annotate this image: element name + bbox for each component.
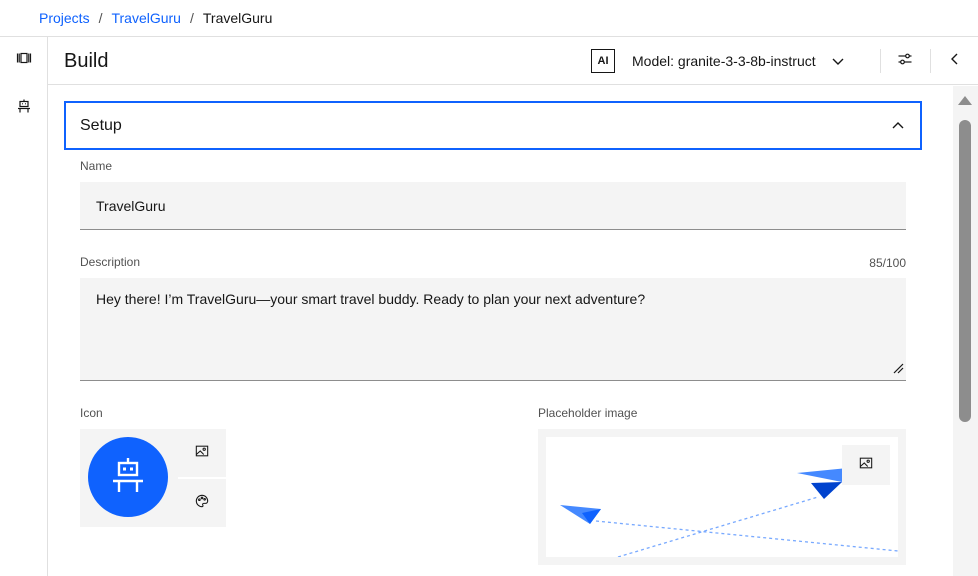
setup-accordion-header[interactable]: Setup [64,101,922,150]
name-label: Name [80,159,113,173]
description-textarea[interactable]: Hey there! I’m TravelGuru—your smart tra… [80,278,906,381]
breadcrumb-separator: / [189,10,194,26]
agent-canvas-button[interactable] [0,37,47,83]
icon-label: Icon [80,406,103,420]
agent-canvas-icon [16,50,32,71]
upload-icon-image-button[interactable] [178,429,226,477]
description-counter: 85/100 [869,256,906,270]
collapse-panel-button[interactable] [932,37,978,85]
description-text: Hey there! I’m TravelGuru—your smart tra… [96,291,646,307]
chevron-down-icon [830,53,846,69]
breadcrumb-link-project[interactable]: TravelGuru [111,10,181,26]
avatar [88,437,168,517]
build-header: Build AI Model: granite-3-3-8b-instruct [48,37,978,85]
resize-handle-icon[interactable] [892,360,904,378]
scroll-up-arrow-icon[interactable] [958,96,972,105]
placeholder-image [546,437,898,557]
image-icon [859,456,873,475]
chevron-up-icon [890,118,906,139]
placeholder-image-preview [538,429,906,565]
setup-title: Setup [80,116,122,134]
ai-badge: AI [591,49,615,73]
icon-color-button[interactable] [178,479,226,527]
image-icon [195,444,209,463]
scrollbar[interactable] [953,86,978,576]
breadcrumb: Projects / TravelGuru / TravelGuru [39,0,272,36]
name-input[interactable]: TravelGuru [80,182,906,230]
left-rail [0,37,48,576]
placeholder-image-label: Placeholder image [538,406,638,420]
settings-sliders-icon [897,51,913,72]
page-title: Build [64,50,109,72]
description-label: Description [80,255,141,269]
robot-icon [108,455,148,500]
icon-preview [80,429,178,527]
model-select[interactable]: Model: granite-3-3-8b-instruct [624,37,852,85]
breadcrumb-separator: / [98,10,103,26]
build-content: Setup Name TravelGuru Description 85/100… [48,86,953,576]
model-settings-button[interactable] [882,37,928,85]
chevron-left-icon [947,51,963,72]
breadcrumb-link-projects[interactable]: Projects [39,10,90,26]
upload-placeholder-image-button[interactable] [842,445,890,485]
scrollbar-thumb[interactable] [959,120,971,422]
model-select-label: Model: granite-3-3-8b-instruct [632,53,816,69]
divider [880,49,881,73]
breadcrumb-current: TravelGuru [202,10,273,26]
agent-robot-button[interactable] [0,85,47,131]
robot-icon [16,98,32,119]
palette-icon [195,494,209,513]
divider [930,49,931,73]
